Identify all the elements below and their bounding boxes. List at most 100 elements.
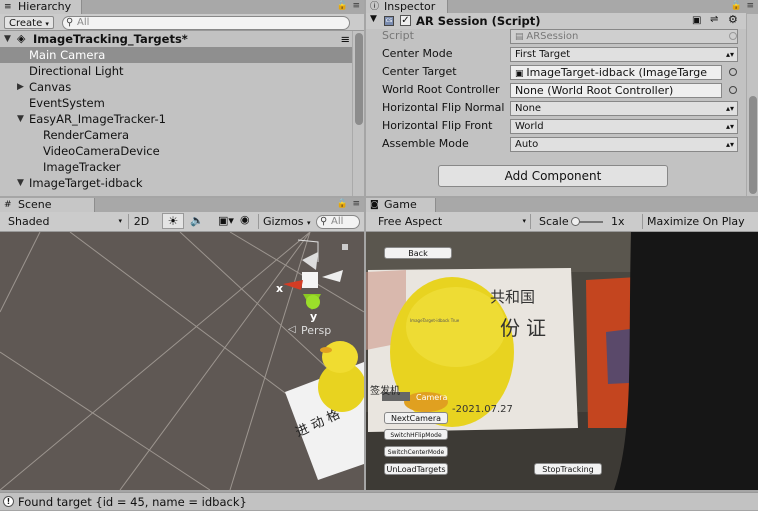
script-field[interactable]: ▤ ARSession — [510, 29, 738, 44]
scale-label: Scale — [539, 215, 569, 228]
info-circle-icon: ! — [3, 496, 14, 507]
gizmos-dropdown[interactable]: Gizmos ▾ — [258, 214, 313, 229]
back-label: Back — [408, 249, 428, 258]
expand-arrow-icon[interactable]: ▼ — [17, 175, 24, 191]
hierarchy-item-eventsystem[interactable]: EventSystem — [0, 95, 352, 111]
world-root-controller-field[interactable]: None (World Root Controller) — [510, 83, 722, 98]
2d-label: 2D — [133, 215, 150, 228]
menu-icon[interactable]: ≡ — [352, 1, 360, 11]
game-toolbar: Free Aspect ▾ Scale 1x Maximize On Play — [366, 212, 758, 232]
help-icon[interactable]: ▣ — [692, 15, 701, 26]
script-icon: cs — [384, 16, 394, 26]
duck-model — [318, 341, 364, 412]
horizontal-flip-front-value: World — [515, 121, 544, 132]
scene-viewport[interactable]: 进 动 格 x y ◁ Persp — [0, 232, 364, 490]
unload-targets-label: UnLoadTargets — [386, 465, 446, 474]
center-mode-dropdown[interactable]: First Target ▴▾ — [510, 47, 738, 62]
next-camera-button[interactable]: NextCamera — [384, 412, 448, 424]
maximize-label: Maximize On Play — [647, 215, 745, 228]
card-chinese-text-2: 份证 — [500, 316, 552, 340]
item-label: VideoCameraDevice — [43, 144, 160, 158]
back-button[interactable]: Back — [384, 247, 452, 259]
create-button[interactable]: Create ▾ — [4, 16, 54, 29]
lock-icon[interactable]: 🔒 — [337, 199, 348, 209]
scene-root-row[interactable]: ▼ ◈ ImageTracking_Targets* ≡ — [0, 31, 352, 47]
switch-center-mode-button[interactable]: SwitchCenterMode — [384, 446, 448, 457]
game-tabbar: ◙ Game — [366, 198, 758, 212]
hierarchy-item-main-camera[interactable]: Main Camera — [0, 47, 352, 63]
tab-inspector[interactable]: ⓘ Inspector — [366, 0, 448, 14]
object-picker-icon[interactable] — [729, 32, 737, 40]
inspector-scrollbar[interactable] — [746, 14, 758, 196]
item-label: RenderCamera — [43, 128, 130, 142]
aspect-dropdown[interactable]: Free Aspect ▾ — [370, 214, 528, 229]
tab-game[interactable]: ◙ Game — [366, 198, 436, 212]
world-root-controller-value: None (World Root Controller) — [515, 84, 674, 97]
chevron-down-icon: ▾ — [522, 217, 526, 225]
horizontal-flip-normal-dropdown[interactable]: None ▴▾ — [510, 101, 738, 116]
scene-menu-icon[interactable]: ≡ — [340, 31, 350, 47]
hierarchy-item-videocameradevice[interactable]: VideoCameraDevice — [0, 143, 352, 159]
hierarchy-scrollbar[interactable] — [352, 31, 364, 196]
scale-control[interactable]: Scale 1x — [530, 214, 638, 229]
enabled-checkbox[interactable]: ✓ — [400, 15, 411, 26]
lock-icon[interactable]: 🔒 — [731, 1, 742, 11]
center-target-field[interactable]: ▣ ImageTarget-idback (ImageTarge — [510, 65, 722, 80]
gizmo-y-axis-label: y — [310, 310, 318, 323]
hierarchy-search-input[interactable]: ⚲ All — [62, 16, 350, 30]
game-viewport[interactable]: ImageTarget-idback True 共和国 份证 签发机 -2021… — [366, 232, 758, 490]
persp-label[interactable]: Persp — [301, 324, 331, 337]
hierarchy-item-directional-light[interactable]: Directional Light — [0, 63, 352, 79]
switch-center-mode-label: SwitchCenterMode — [387, 449, 445, 456]
item-label: Directional Light — [29, 64, 124, 78]
component-title: AR Session (Script) — [416, 14, 541, 28]
scene-orientation-gizmo[interactable] — [283, 239, 343, 310]
hierarchy-item-easyar-imagetracker[interactable]: ▼ EasyAR_ImageTracker-1 — [0, 111, 352, 127]
switch-hflip-mode-label: SwitchHFlipMode — [390, 432, 442, 439]
collapse-arrow-icon[interactable]: ▼ — [370, 14, 377, 24]
expand-arrow-icon[interactable]: ▼ — [4, 31, 11, 47]
preset-icon[interactable]: ⇌ — [710, 14, 718, 25]
gizmo-lock-icon[interactable] — [342, 244, 348, 250]
scale-slider-thumb[interactable] — [571, 217, 580, 226]
assemble-mode-dropdown[interactable]: Auto ▴▾ — [510, 137, 738, 152]
scene-search-input[interactable]: ⚲ All — [316, 215, 360, 229]
2d-toggle[interactable]: 2D — [128, 214, 154, 229]
tab-hierarchy[interactable]: ≡ Hierarchy — [0, 0, 82, 14]
object-picker-icon[interactable] — [729, 68, 737, 76]
horizontal-flip-front-dropdown[interactable]: World ▴▾ — [510, 119, 738, 134]
expand-arrow-icon[interactable]: ▶ — [17, 79, 24, 95]
tab-scene[interactable]: # Scene — [0, 198, 95, 212]
effects-dropdown-icon[interactable]: ▣▾ — [218, 214, 234, 227]
scrollbar-thumb[interactable] — [355, 33, 363, 125]
unload-targets-button[interactable]: UnLoadTargets — [384, 463, 448, 475]
scrollbar-thumb[interactable] — [749, 96, 757, 194]
grid-icon: # — [4, 200, 12, 210]
prop-label-horizontal-flip-normal: Horizontal Flip Normal — [382, 101, 505, 114]
maximize-on-play-toggle[interactable]: Maximize On Play — [642, 214, 758, 229]
lighting-toggle-icon[interactable]: ☀ — [162, 213, 184, 229]
tab-game-label: Game — [384, 198, 417, 211]
hierarchy-item-rendercamera[interactable]: RenderCamera — [0, 127, 352, 143]
stop-tracking-button[interactable]: StopTracking — [534, 463, 602, 475]
menu-icon[interactable]: ≡ — [352, 199, 360, 209]
settings-gear-icon[interactable]: ⚙ — [728, 13, 738, 26]
switch-hflip-mode-button[interactable]: SwitchHFlipMode — [384, 429, 448, 440]
gizmos-label: Gizmos — [263, 215, 304, 228]
expand-arrow-icon[interactable]: ▼ — [17, 111, 24, 127]
hierarchy-item-canvas[interactable]: ▶ Canvas — [0, 79, 352, 95]
hierarchy-item-imagetarget-idback[interactable]: ▼ ImageTarget-idback — [0, 175, 352, 191]
item-label: Canvas — [29, 80, 72, 94]
lock-icon[interactable]: 🔒 — [337, 1, 348, 11]
add-component-button[interactable]: Add Component — [438, 165, 668, 187]
hierarchy-item-imagetracker[interactable]: ImageTracker — [0, 159, 352, 175]
menu-icon[interactable]: ≡ — [746, 1, 754, 11]
card-prefix-text: 签发机 — [370, 386, 400, 397]
visibility-icon[interactable]: ◉ — [240, 213, 250, 226]
scene-search-placeholder: All — [331, 216, 344, 227]
status-bar[interactable]: ! Found target {id = 45, name = idback} — [0, 492, 758, 510]
shading-dropdown[interactable]: Shaded ▾ — [2, 214, 124, 229]
audio-toggle-icon[interactable]: 🔈 — [190, 214, 204, 227]
object-picker-icon[interactable] — [729, 86, 737, 94]
gizmo-x-axis-label: x — [276, 282, 284, 295]
